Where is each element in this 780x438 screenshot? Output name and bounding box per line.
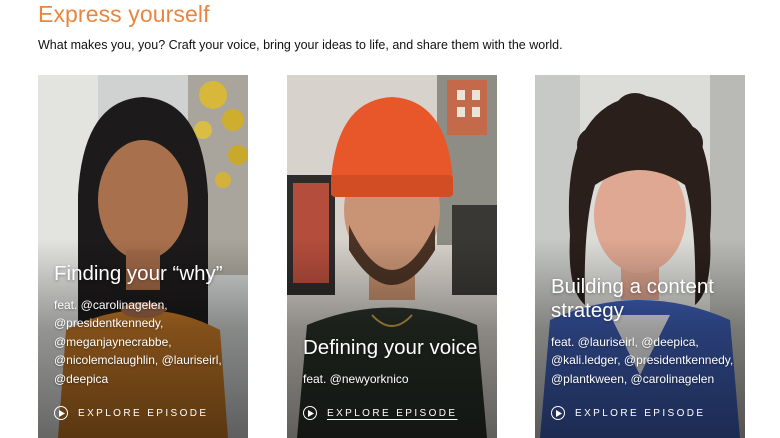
- episode-title: Defining your voice: [303, 335, 478, 359]
- explore-episode-link[interactable]: EXPLORE EPISODE: [303, 406, 487, 420]
- episode-card-finding-your-why[interactable]: Finding your “why” feat. @carolinagelen,…: [38, 75, 248, 438]
- explore-episode-link[interactable]: EXPLORE EPISODE: [551, 406, 735, 420]
- section-subtitle: What makes you, you? Craft your voice, b…: [38, 38, 563, 52]
- episode-card-building-a-content-strategy[interactable]: Building a content strategy feat. @lauri…: [535, 75, 745, 438]
- play-circle-icon: [54, 406, 68, 420]
- episode-featured-creators: feat. @newyorknico: [303, 371, 409, 386]
- explore-episode-link[interactable]: EXPLORE EPISODE: [54, 406, 238, 420]
- episode-card-defining-your-voice[interactable]: Defining your voice feat. @newyorknico E…: [287, 75, 497, 438]
- episode-title: Building a content strategy: [551, 274, 714, 322]
- explore-episode-label: EXPLORE EPISODE: [327, 407, 458, 419]
- episode-featured-creators: feat. @lauriseirl, @deepica, @kali.ledge…: [551, 334, 734, 386]
- episode-featured-creators: feat. @carolinagelen, @presidentkennedy,…: [54, 297, 222, 386]
- episode-title: Finding your “why”: [54, 261, 223, 285]
- play-circle-icon: [551, 406, 565, 420]
- explore-episode-label: EXPLORE EPISODE: [78, 407, 209, 419]
- play-circle-icon: [303, 406, 317, 420]
- explore-episode-label: EXPLORE EPISODE: [575, 407, 706, 419]
- section-title: Express yourself: [38, 1, 210, 27]
